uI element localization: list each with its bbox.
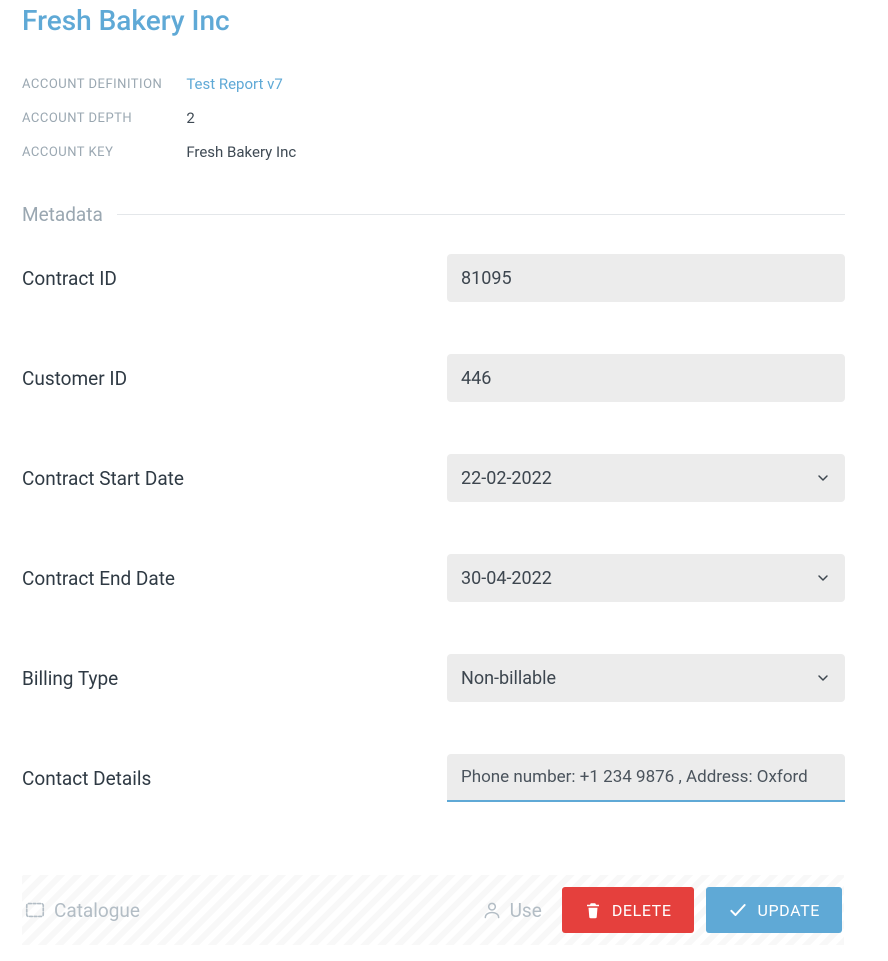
- account-definition-label: ACCOUNT DEFINITION: [22, 67, 186, 101]
- account-info-table: ACCOUNT DEFINITION Test Report v7 ACCOUN…: [22, 67, 296, 169]
- contact-details-label: Contact Details: [22, 767, 447, 790]
- footer-user-label: Use: [510, 899, 542, 922]
- contract-start-label: Contract Start Date: [22, 467, 447, 490]
- catalogue-icon: [24, 899, 46, 921]
- customer-id-input[interactable]: [447, 354, 845, 402]
- account-depth-label: ACCOUNT DEPTH: [22, 101, 186, 135]
- contract-end-select[interactable]: [447, 554, 845, 602]
- customer-id-row: Customer ID: [22, 354, 845, 402]
- contract-start-row: Contract Start Date: [22, 454, 845, 502]
- billing-type-row: Billing Type: [22, 654, 845, 702]
- main-scroll-area[interactable]: Fresh Bakery Inc ACCOUNT DEFINITION Test…: [0, 0, 867, 961]
- user-icon: [482, 900, 502, 920]
- customer-id-label: Customer ID: [22, 367, 447, 390]
- section-divider: [117, 214, 845, 215]
- billing-type-select[interactable]: [447, 654, 845, 702]
- contact-details-input[interactable]: [447, 754, 845, 802]
- update-button[interactable]: UPDATE: [706, 887, 842, 933]
- contract-end-label: Contract End Date: [22, 567, 447, 590]
- update-button-label: UPDATE: [758, 901, 820, 920]
- metadata-section-header: Metadata: [22, 203, 845, 226]
- metadata-section-title: Metadata: [22, 203, 103, 226]
- contact-details-row: Contact Details: [22, 754, 845, 802]
- footer-action-bar: Catalogue Use DELETE UPDATE: [22, 875, 844, 945]
- footer-catalogue[interactable]: Catalogue: [24, 899, 140, 922]
- contract-id-row: Contract ID: [22, 254, 845, 302]
- delete-button-label: DELETE: [612, 901, 672, 920]
- check-icon: [728, 900, 748, 920]
- contract-start-select[interactable]: [447, 454, 845, 502]
- page-title: Fresh Bakery Inc: [22, 4, 845, 37]
- delete-button[interactable]: DELETE: [562, 887, 694, 933]
- account-depth-value: 2: [186, 101, 296, 135]
- footer-user[interactable]: Use: [482, 899, 542, 922]
- contract-id-input[interactable]: [447, 254, 845, 302]
- account-definition-link[interactable]: Test Report v7: [186, 67, 296, 101]
- contract-end-row: Contract End Date: [22, 554, 845, 602]
- contract-id-label: Contract ID: [22, 267, 447, 290]
- footer-catalogue-label: Catalogue: [54, 899, 140, 922]
- account-key-value: Fresh Bakery Inc: [186, 135, 296, 169]
- account-key-label: ACCOUNT KEY: [22, 135, 186, 169]
- trash-icon: [584, 901, 602, 919]
- billing-type-label: Billing Type: [22, 667, 447, 690]
